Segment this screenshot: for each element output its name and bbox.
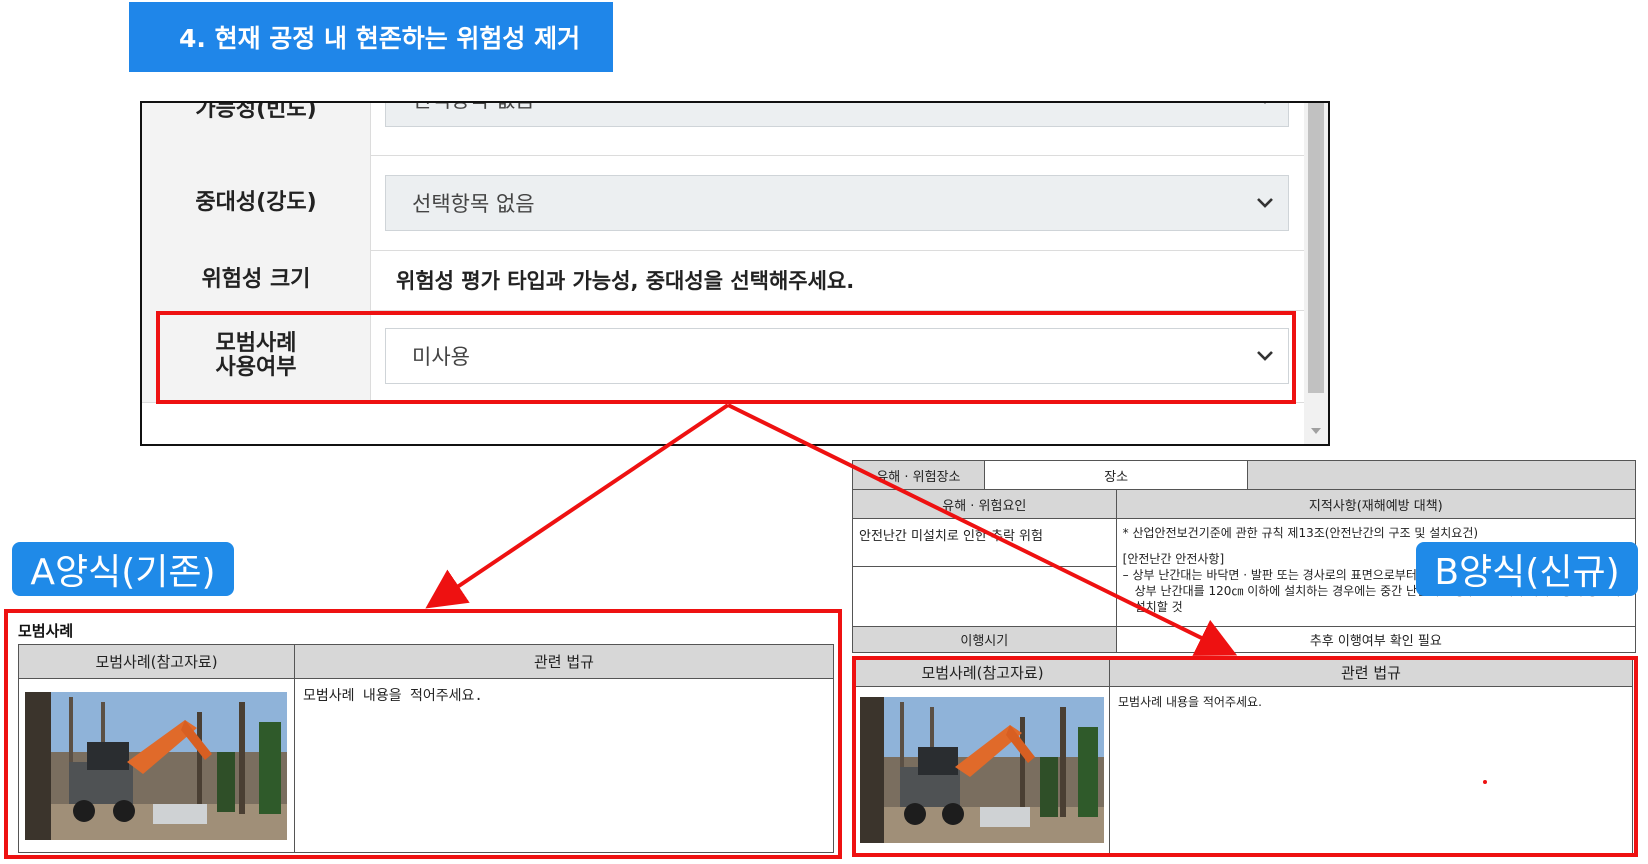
scrollbar[interactable] <box>1304 103 1328 444</box>
form-row-risk-level: 위험성 크기 위험성 평가 타입과 가능성, 중대성을 선택해주세요. <box>142 250 1304 311</box>
form-a-document: 모범사례 모범사례(참고자료) 관련 법규 모범사례 내용을 적어주세요. <box>10 610 840 860</box>
chevron-down-icon <box>1264 103 1266 104</box>
best-practice-label: 모범사례 사용여부 <box>142 310 371 402</box>
form-row-likelihood: 가능성(빈도) 선택항목 없음 <box>142 103 1304 156</box>
chevron-down-icon <box>1257 351 1273 361</box>
form-row-severity: 중대성(강도) 선택항목 없음 <box>142 155 1304 251</box>
location-label: 장소 <box>983 460 1249 490</box>
form-b-content-text: 모범사례 내용을 적어주세요. <box>1108 686 1634 854</box>
form-b-document: 유해 · 위험장소 장소 유해 · 위험요인 지적사항(재해예방 대책) 안전난… <box>852 460 1637 860</box>
form-b-best-practice-table: 모범사례(참고자료) 관련 법규 모범사례 내용을 적어주세요. <box>855 658 1634 854</box>
form-b-photo-cell <box>855 686 1110 854</box>
location-value-cell <box>1247 460 1636 490</box>
risk-level-label: 위험성 크기 <box>142 250 371 310</box>
risk-form-panel: 가능성(빈도) 선택항목 없음 중대성(강도) 선택항목 없음 위험성 크기 위… <box>140 101 1330 446</box>
severity-select-value: 선택항목 없음 <box>412 192 535 216</box>
form-a-photo-cell <box>18 678 295 853</box>
form-row-best-practice: 모범사례 사용여부 미사용 <box>142 310 1304 403</box>
risk-level-text: 위험성 평가 타입과 가능성, 중대성을 선택해주세요. <box>396 269 855 293</box>
badge-form-a: A양식(기존) <box>12 542 234 596</box>
likelihood-select[interactable]: 선택항목 없음 <box>385 103 1289 127</box>
findings-label: 지적사항(재해예방 대책) <box>1115 489 1637 519</box>
section-header: 4. 현재 공정 내 현존하는 위험성 제거 <box>129 2 613 72</box>
section-title: 4. 현재 공정 내 현존하는 위험성 제거 <box>179 24 581 53</box>
hazard-factor-empty-cell <box>852 566 1117 627</box>
finding-line-1: * 산업안전보건기준에 관한 규칙 제13조(안전난간의 구조 및 설치요건) <box>1122 526 1479 540</box>
form-a-col-reference: 모범사례(참고자료) <box>18 644 295 679</box>
hazard-factor-label: 유해 · 위험요인 <box>852 489 1117 519</box>
likelihood-select-value: 선택항목 없음 <box>412 103 535 114</box>
form-a-title: 모범사례 <box>18 622 74 640</box>
best-practice-select-value: 미사용 <box>412 345 470 369</box>
scroll-down-arrow-icon[interactable] <box>1311 428 1321 434</box>
excavator-photo <box>25 691 287 840</box>
form-b-col-regulations: 관련 법규 <box>1108 658 1634 687</box>
severity-label: 중대성(강도) <box>142 155 371 250</box>
timing-label: 이행시기 <box>852 626 1117 653</box>
best-practice-select[interactable]: 미사용 <box>385 328 1289 384</box>
scrollbar-thumb[interactable] <box>1308 103 1324 393</box>
best-practice-label-line1: 모범사례 <box>215 331 297 356</box>
hazard-location-label: 유해 · 위험장소 <box>852 460 985 490</box>
hazard-factor-text: 안전난간 미설치로 인한 추락 위험 <box>852 518 1117 567</box>
form-a-content-text: 모범사례 내용을 적어주세요. <box>293 678 835 853</box>
form-a-best-practice-table: 모범사례(참고자료) 관련 법규 모범사례 내용을 적어주세요. <box>18 644 835 853</box>
severity-select[interactable]: 선택항목 없음 <box>385 175 1289 231</box>
best-practice-label-line2: 사용여부 <box>215 355 297 380</box>
form-b-col-reference: 모범사례(참고자료) <box>855 658 1110 687</box>
chevron-down-icon <box>1257 198 1273 208</box>
badge-form-b: B양식(신규) <box>1416 542 1638 596</box>
timing-value: 추후 이행여부 확인 필요 <box>1115 626 1637 653</box>
likelihood-label: 가능성(빈도) <box>142 103 371 155</box>
excavator-photo <box>860 697 1104 843</box>
form-a-col-regulations: 관련 법규 <box>293 644 835 679</box>
